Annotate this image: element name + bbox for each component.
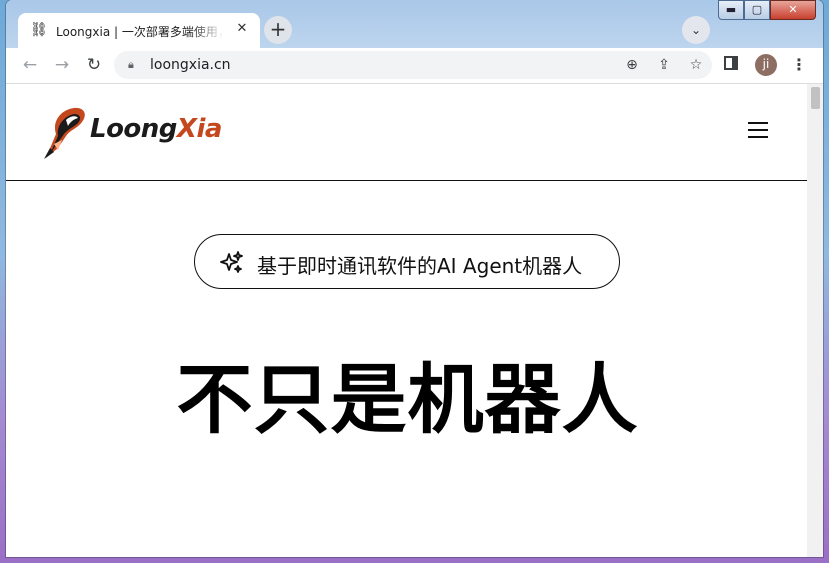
tab-strip: ⛓ Loongxia | 一次部署多端使用，… ✕ + ⌄ ▬ ▢ ✕ — [6, 0, 823, 48]
address-bar[interactable]: 🔒︎ loongxia.cn ⊕ ⇪ ☆ — [114, 51, 712, 79]
hamburger-menu-icon[interactable] — [748, 122, 768, 138]
logo-text-accent: Xia — [176, 114, 223, 144]
new-tab-button[interactable]: + — [264, 16, 292, 44]
hamburger-line — [748, 129, 768, 131]
tab-title: Loongxia | 一次部署多端使用，… — [56, 25, 224, 39]
hamburger-line — [748, 122, 768, 124]
reload-button[interactable]: ↻ — [82, 53, 106, 77]
tagline-text: 基于即时通讯软件的AI Agent机器人 — [257, 254, 583, 278]
loongxia-favicon-icon: ⛓ — [30, 22, 48, 38]
page-viewport: LoongXia 基于即时通讯软件的AI Agent机器人 不只是机器人 — [6, 84, 823, 557]
profile-avatar[interactable]: ji — [755, 54, 777, 76]
hero-headline: 不只是机器人 — [176, 355, 639, 444]
tab-close-icon[interactable]: ✕ — [232, 19, 252, 39]
zoom-icon[interactable]: ⊕ — [622, 55, 642, 75]
site-logo-wordmark[interactable]: LoongXia — [90, 114, 222, 144]
browser-tab-active[interactable]: ⛓ Loongxia | 一次部署多端使用，… ✕ — [18, 13, 260, 48]
browser-menu-icon[interactable]: ⋮ — [790, 53, 808, 77]
window-maximize-button[interactable]: ▢ — [744, 0, 770, 20]
bookmark-star-icon[interactable]: ☆ — [686, 55, 706, 75]
window-minimize-button[interactable]: ▬ — [718, 0, 744, 20]
sparkles-icon — [220, 251, 243, 273]
address-url[interactable]: loongxia.cn — [150, 57, 231, 73]
hamburger-line — [748, 136, 768, 138]
logo-text-dark: Loong — [90, 114, 177, 144]
lock-icon[interactable]: 🔒︎ — [128, 57, 142, 73]
back-button[interactable]: ← — [18, 53, 42, 77]
share-icon[interactable]: ⇪ — [654, 55, 674, 75]
browser-window: ⛓ Loongxia | 一次部署多端使用，… ✕ + ⌄ ▬ ▢ ✕ ← → … — [6, 0, 823, 557]
window-close-button[interactable]: ✕ — [770, 0, 816, 20]
scrollbar-thumb[interactable] — [811, 87, 820, 109]
browser-toolbar: ← → ↻ 🔒︎ loongxia.cn ⊕ ⇪ ☆ ji ⋮ — [6, 48, 823, 84]
tagline-badge: 基于即时通讯软件的AI Agent机器人 — [194, 234, 620, 289]
forward-button[interactable]: → — [50, 53, 74, 77]
page-scrollbar[interactable] — [807, 84, 823, 557]
loongxia-logo-icon[interactable] — [36, 104, 88, 160]
site-header: LoongXia — [6, 84, 809, 181]
tab-search-button[interactable]: ⌄ — [682, 16, 710, 44]
side-panel-icon[interactable] — [724, 56, 738, 70]
